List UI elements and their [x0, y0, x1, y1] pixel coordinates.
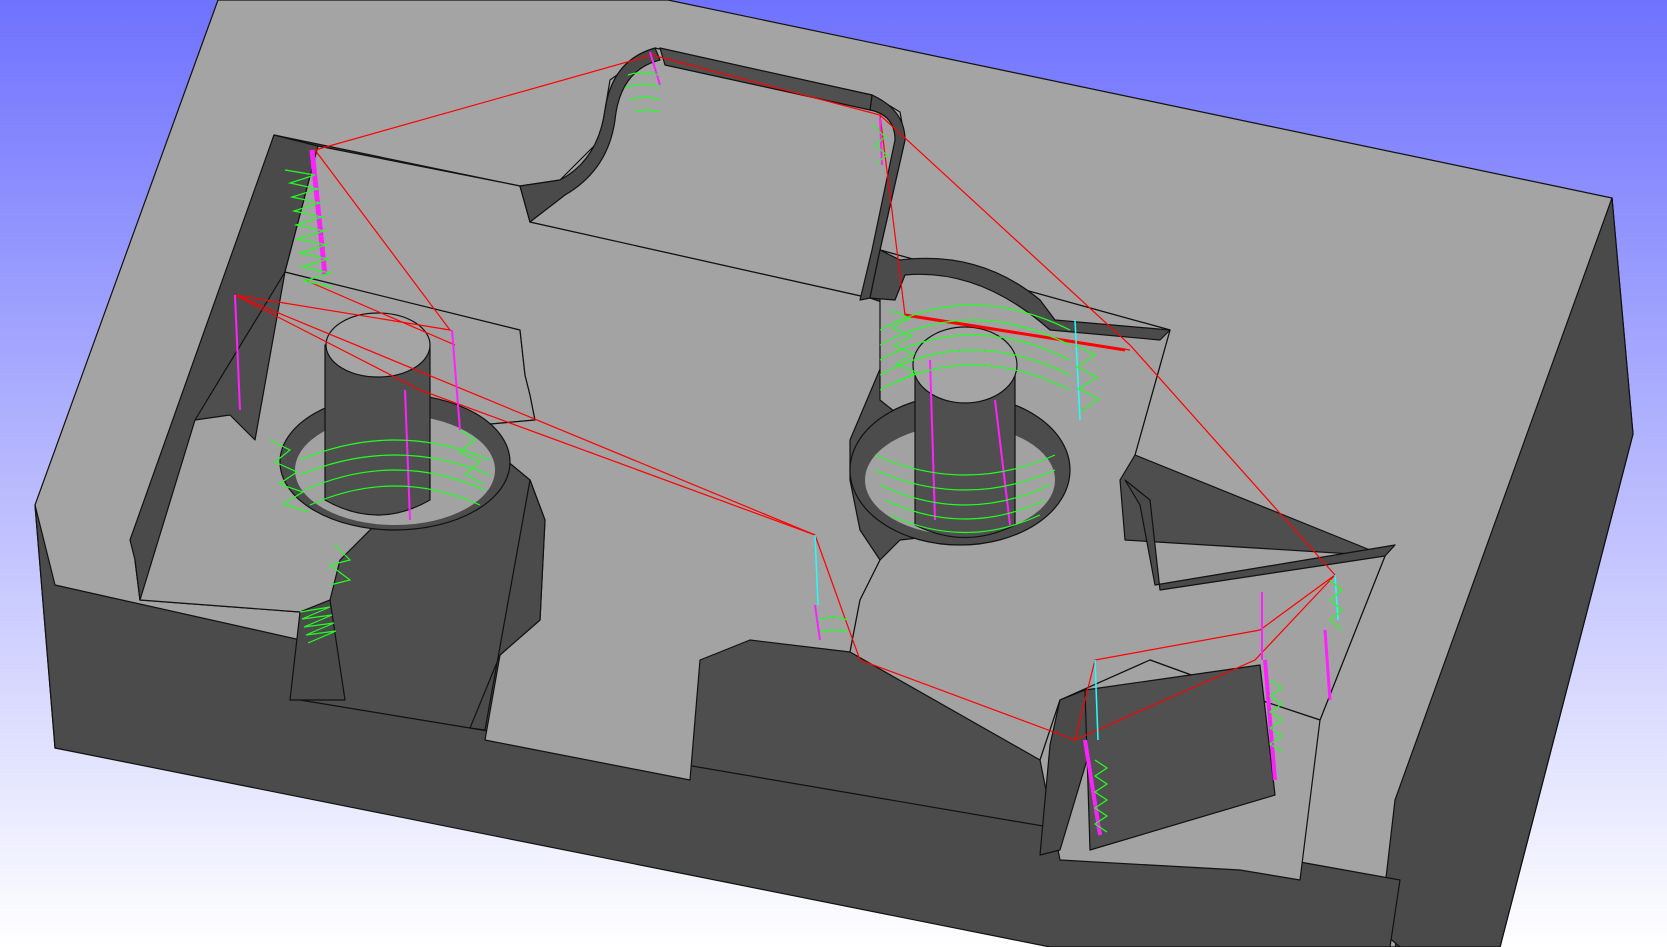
3d-viewport[interactable]: [0, 0, 1667, 947]
left-boss-top: [325, 312, 431, 378]
